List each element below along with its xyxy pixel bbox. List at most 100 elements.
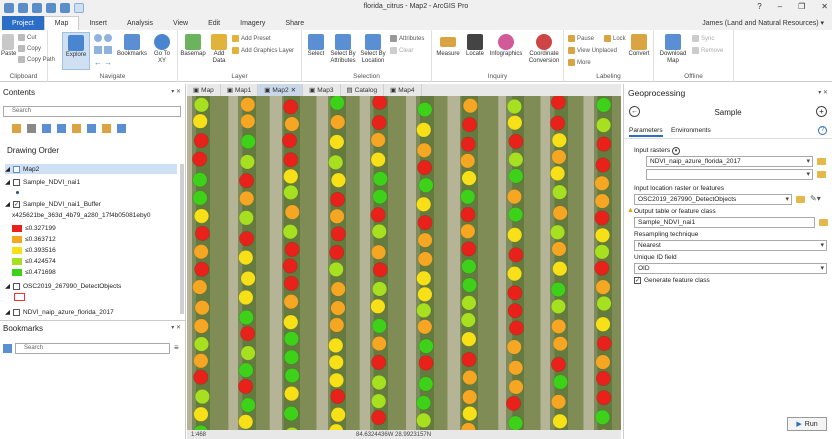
input-raster-2[interactable]	[646, 169, 813, 180]
add-preset-button[interactable]: Add Preset	[232, 35, 271, 42]
infographics-button[interactable]: Infographics	[488, 34, 524, 58]
tab-imagery[interactable]: Imagery	[230, 16, 275, 30]
bookmarks-button[interactable]: Bookmarks	[116, 34, 148, 58]
map-scale[interactable]: 1:468	[191, 432, 206, 438]
map-view[interactable]	[187, 96, 621, 430]
bookmarks-menu-icon[interactable]: ≡	[174, 343, 179, 352]
gp-pane-controls[interactable]: ▾ ✕	[818, 89, 828, 96]
basemap-button[interactable]: Basemap	[180, 34, 206, 58]
contents-pane-controls[interactable]: ▾ ✕	[171, 88, 181, 95]
tab-insert[interactable]: Insert	[79, 16, 117, 30]
tab-map3[interactable]: ▣ Map3	[303, 84, 341, 96]
select-by-location-button[interactable]: Select By Location	[358, 34, 388, 65]
add-data-button[interactable]: Add Data	[208, 34, 230, 65]
minimize-button[interactable]: –	[778, 2, 782, 11]
list-snapping-icon[interactable]	[72, 124, 81, 133]
expand-icon[interactable]: ◢	[5, 282, 10, 290]
input-location-field[interactable]: OSC2019_267990_DetectObjects	[634, 194, 792, 205]
expand-circle-icon[interactable]: ▾	[671, 147, 680, 155]
layer-visibility-checkbox[interactable]	[13, 178, 20, 186]
copy-button[interactable]: Copy	[18, 45, 41, 52]
add-graphics-layer-button[interactable]: Add Graphics Layer	[232, 47, 294, 54]
paste-button[interactable]: Paste	[1, 34, 16, 58]
pause-labeling-button[interactable]: Pause	[568, 35, 594, 42]
fixed-zoom-icon[interactable]	[104, 34, 112, 42]
back-icon[interactable]: ←	[94, 58, 102, 67]
user-account[interactable]: James (Land and Natural Resources) ▾	[702, 19, 824, 27]
list-perspective-icon[interactable]	[117, 124, 126, 133]
layer-visibility-checkbox[interactable]	[13, 308, 20, 316]
help-icon[interactable]: ?	[818, 126, 827, 135]
resampling-select[interactable]: Nearest	[634, 240, 827, 251]
list-source-icon[interactable]	[27, 124, 36, 133]
go-to-xy-button[interactable]: Go To XY	[150, 34, 174, 65]
bookmark-icon[interactable]	[3, 344, 12, 353]
list-charts-icon[interactable]	[102, 124, 111, 133]
download-map-button[interactable]: Download Map	[656, 34, 690, 65]
view-unplaced-button[interactable]: View Unplaced	[568, 47, 617, 54]
zoom-to-selection-icon[interactable]	[94, 46, 102, 54]
tree-item-map2[interactable]: ◢ Map2	[5, 164, 177, 174]
list-selection-icon[interactable]	[42, 124, 51, 133]
close-tab-icon[interactable]: ✕	[291, 86, 296, 94]
generate-feature-class-checkbox[interactable]: ✓	[634, 277, 641, 284]
edit-pencil-icon[interactable]: ✎▾	[810, 194, 821, 203]
browse-folder-icon[interactable]	[796, 196, 805, 203]
tree-item-layer2[interactable]: ◢ ✓ Sample_NDVI_nai1_Buffer	[5, 200, 101, 208]
unique-id-select[interactable]: OID	[634, 263, 827, 274]
remove-button[interactable]: Remove	[692, 47, 723, 54]
tab-map[interactable]: ▣ Map	[187, 84, 221, 96]
map-canvas[interactable]	[187, 96, 621, 430]
convert-button[interactable]: Convert	[626, 34, 652, 58]
run-button[interactable]: ▶ Run	[787, 417, 827, 431]
tab-view[interactable]: View	[163, 16, 198, 30]
zoom-layer-icon[interactable]	[104, 46, 112, 54]
tab-edit[interactable]: Edit	[198, 16, 230, 30]
expand-icon[interactable]: ◢	[5, 308, 10, 316]
select-button[interactable]: Select	[304, 34, 328, 58]
expand-icon[interactable]: ◢	[5, 178, 10, 186]
tab-map4[interactable]: ▣ Map4	[384, 84, 422, 96]
explore-button[interactable]: Explore	[62, 32, 90, 70]
more-labeling-button[interactable]: More	[568, 59, 591, 66]
bookmarks-pane-controls[interactable]: ▾ ✕	[171, 324, 181, 331]
tab-environments[interactable]: Environments	[671, 127, 711, 134]
tab-map[interactable]: Map	[43, 16, 80, 30]
forward-icon[interactable]: →	[104, 58, 112, 67]
full-extent-icon[interactable]	[94, 34, 102, 42]
maximize-button[interactable]: ❐	[798, 2, 805, 11]
input-raster-1[interactable]: NDVI_naip_azure_florida_2017	[646, 156, 813, 167]
list-drawing-order-icon[interactable]	[12, 124, 21, 133]
contents-scrollbar[interactable]	[180, 164, 184, 314]
cut-button[interactable]: Cut	[18, 34, 36, 41]
output-field[interactable]: Sample_NDVI_nai1	[634, 217, 815, 228]
tree-item-layer3[interactable]: ◢ OSC2019_267990_DetectObjects	[5, 282, 121, 290]
tree-item-layer1[interactable]: ◢ Sample_NDVI_nai1	[5, 178, 80, 186]
locate-button[interactable]: Locate	[463, 34, 487, 58]
tab-share[interactable]: Share	[275, 16, 314, 30]
bookmarks-search-input[interactable]: Search	[15, 343, 170, 354]
expand-icon[interactable]: ◢	[5, 200, 10, 208]
tab-map2[interactable]: ▣ Map2 ✕	[258, 84, 304, 96]
tab-map1[interactable]: ▣ Map1	[221, 84, 259, 96]
measure-button[interactable]: Measure	[434, 34, 462, 58]
list-editing-icon[interactable]	[57, 124, 66, 133]
tab-project[interactable]: Project	[2, 16, 44, 30]
sync-button[interactable]: Sync	[692, 35, 714, 42]
layer-visibility-checkbox[interactable]	[13, 282, 20, 290]
attributes-button[interactable]: Attributes	[390, 35, 424, 42]
layer-visibility-checkbox[interactable]: ✓	[13, 200, 20, 208]
lock-labeling-button[interactable]: Lock	[604, 35, 626, 42]
generate-feature-class-option[interactable]: ✓ Generate feature class	[634, 277, 710, 284]
browse-folder-icon[interactable]	[819, 219, 828, 226]
tab-analysis[interactable]: Analysis	[117, 16, 163, 30]
tab-parameters[interactable]: Parameters	[629, 127, 663, 137]
clear-selection-button[interactable]: Clear	[390, 47, 413, 54]
add-icon[interactable]: +	[816, 106, 827, 117]
coordinate-conversion-button[interactable]: Coordinate Conversion	[526, 34, 562, 65]
list-labeling-icon[interactable]	[87, 124, 96, 133]
tree-item-layer4[interactable]: ◢ NDVI_naip_azure_florida_2017	[5, 308, 114, 316]
help-button[interactable]: ?	[757, 2, 761, 11]
browse-folder-icon[interactable]	[817, 171, 826, 178]
expand-icon[interactable]: ◢	[5, 165, 10, 173]
